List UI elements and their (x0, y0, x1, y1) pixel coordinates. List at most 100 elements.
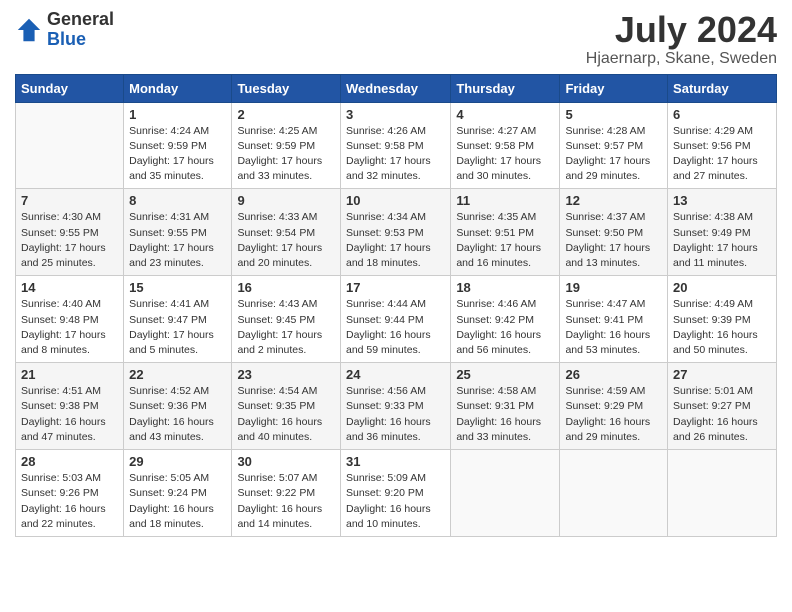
calendar-cell: 29 Sunrise: 5:05 AMSunset: 9:24 PMDayligh… (124, 450, 232, 537)
calendar-cell: 7 Sunrise: 4:30 AMSunset: 9:55 PMDaylight… (16, 189, 124, 276)
calendar-week-row: 7 Sunrise: 4:30 AMSunset: 9:55 PMDaylight… (16, 189, 777, 276)
day-info: Sunrise: 4:58 AMSunset: 9:31 PMDaylight:… (456, 384, 554, 445)
column-header-friday: Friday (560, 74, 668, 102)
day-info: Sunrise: 4:30 AMSunset: 9:55 PMDaylight:… (21, 210, 118, 271)
day-info: Sunrise: 5:01 AMSunset: 9:27 PMDaylight:… (673, 384, 771, 445)
day-number: 20 (673, 280, 771, 295)
day-number: 22 (129, 367, 226, 382)
calendar-header-row: SundayMondayTuesdayWednesdayThursdayFrid… (16, 74, 777, 102)
day-number: 25 (456, 367, 554, 382)
day-number: 11 (456, 193, 554, 208)
day-info: Sunrise: 4:41 AMSunset: 9:47 PMDaylight:… (129, 297, 226, 358)
day-info: Sunrise: 5:03 AMSunset: 9:26 PMDaylight:… (21, 471, 118, 532)
calendar-cell: 6 Sunrise: 4:29 AMSunset: 9:56 PMDaylight… (668, 102, 777, 189)
day-number: 31 (346, 454, 445, 469)
calendar-cell: 10 Sunrise: 4:34 AMSunset: 9:53 PMDayligh… (340, 189, 450, 276)
day-number: 15 (129, 280, 226, 295)
day-number: 24 (346, 367, 445, 382)
column-header-tuesday: Tuesday (232, 74, 341, 102)
column-header-wednesday: Wednesday (340, 74, 450, 102)
day-number: 9 (237, 193, 335, 208)
day-info: Sunrise: 4:40 AMSunset: 9:48 PMDaylight:… (21, 297, 118, 358)
day-number: 13 (673, 193, 771, 208)
calendar-cell: 21 Sunrise: 4:51 AMSunset: 9:38 PMDayligh… (16, 363, 124, 450)
day-number: 3 (346, 107, 445, 122)
day-info: Sunrise: 4:35 AMSunset: 9:51 PMDaylight:… (456, 210, 554, 271)
day-number: 29 (129, 454, 226, 469)
calendar-cell: 18Sunrise: 4:46 AMSunset: 9:42 PMDayligh… (451, 276, 560, 363)
calendar-cell (560, 450, 668, 537)
calendar-cell (16, 102, 124, 189)
day-info: Sunrise: 4:34 AMSunset: 9:53 PMDaylight:… (346, 210, 445, 271)
day-info: Sunrise: 5:09 AMSunset: 9:20 PMDaylight:… (346, 471, 445, 532)
day-info: Sunrise: 4:24 AMSunset: 9:59 PMDaylight:… (129, 124, 226, 185)
calendar-cell: 12Sunrise: 4:37 AMSunset: 9:50 PMDayligh… (560, 189, 668, 276)
day-number: 10 (346, 193, 445, 208)
day-info: Sunrise: 4:43 AMSunset: 9:45 PMDaylight:… (237, 297, 335, 358)
calendar-cell: 4Sunrise: 4:27 AMSunset: 9:58 PMDaylight… (451, 102, 560, 189)
day-number: 30 (237, 454, 335, 469)
month-title: July 2024 (586, 10, 777, 50)
day-info: Sunrise: 4:54 AMSunset: 9:35 PMDaylight:… (237, 384, 335, 445)
calendar-cell: 19Sunrise: 4:47 AMSunset: 9:41 PMDayligh… (560, 276, 668, 363)
calendar-cell: 9 Sunrise: 4:33 AMSunset: 9:54 PMDaylight… (232, 189, 341, 276)
day-info: Sunrise: 4:47 AMSunset: 9:41 PMDaylight:… (565, 297, 662, 358)
day-info: Sunrise: 4:28 AMSunset: 9:57 PMDaylight:… (565, 124, 662, 185)
day-number: 27 (673, 367, 771, 382)
day-number: 17 (346, 280, 445, 295)
day-info: Sunrise: 4:31 AMSunset: 9:55 PMDaylight:… (129, 210, 226, 271)
calendar-cell: 26 Sunrise: 4:59 AMSunset: 9:29 PMDayligh… (560, 363, 668, 450)
day-number: 28 (21, 454, 118, 469)
calendar-cell: 8 Sunrise: 4:31 AMSunset: 9:55 PMDaylight… (124, 189, 232, 276)
calendar-cell: 17 Sunrise: 4:44 AMSunset: 9:44 PMDayligh… (340, 276, 450, 363)
calendar-table: SundayMondayTuesdayWednesdayThursdayFrid… (15, 74, 777, 537)
calendar-cell: 20 Sunrise: 4:49 AMSunset: 9:39 PMDayligh… (668, 276, 777, 363)
logo-text-general: General (47, 9, 114, 29)
title-block: July 2024 Hjaernarp, Skane, Sweden (586, 10, 777, 68)
calendar-cell (668, 450, 777, 537)
calendar-week-row: 1 Sunrise: 4:24 AMSunset: 9:59 PMDaylight… (16, 102, 777, 189)
logo: General Blue (15, 10, 114, 50)
day-number: 18 (456, 280, 554, 295)
logo-icon (15, 16, 43, 44)
calendar-cell: 27 Sunrise: 5:01 AMSunset: 9:27 PMDayligh… (668, 363, 777, 450)
day-info: Sunrise: 4:29 AMSunset: 9:56 PMDaylight:… (673, 124, 771, 185)
day-number: 14 (21, 280, 118, 295)
day-number: 12 (565, 193, 662, 208)
day-info: Sunrise: 5:05 AMSunset: 9:24 PMDaylight:… (129, 471, 226, 532)
day-info: Sunrise: 4:38 AMSunset: 9:49 PMDaylight:… (673, 210, 771, 271)
calendar-cell: 14 Sunrise: 4:40 AMSunset: 9:48 PMDayligh… (16, 276, 124, 363)
calendar-cell: 13 Sunrise: 4:38 AMSunset: 9:49 PMDayligh… (668, 189, 777, 276)
calendar-cell: 11 Sunrise: 4:35 AMSunset: 9:51 PMDayligh… (451, 189, 560, 276)
calendar-week-row: 14 Sunrise: 4:40 AMSunset: 9:48 PMDayligh… (16, 276, 777, 363)
day-number: 2 (237, 107, 335, 122)
calendar-week-row: 28 Sunrise: 5:03 AMSunset: 9:26 PMDayligh… (16, 450, 777, 537)
day-number: 23 (237, 367, 335, 382)
day-number: 5 (565, 107, 662, 122)
day-info: Sunrise: 4:51 AMSunset: 9:38 PMDaylight:… (21, 384, 118, 445)
calendar-cell: 25 Sunrise: 4:58 AMSunset: 9:31 PMDayligh… (451, 363, 560, 450)
calendar-cell: 28 Sunrise: 5:03 AMSunset: 9:26 PMDayligh… (16, 450, 124, 537)
column-header-sunday: Sunday (16, 74, 124, 102)
day-info: Sunrise: 4:59 AMSunset: 9:29 PMDaylight:… (565, 384, 662, 445)
day-info: Sunrise: 4:52 AMSunset: 9:36 PMDaylight:… (129, 384, 226, 445)
day-number: 8 (129, 193, 226, 208)
calendar-cell: 31 Sunrise: 5:09 AMSunset: 9:20 PMDayligh… (340, 450, 450, 537)
day-info: Sunrise: 4:44 AMSunset: 9:44 PMDaylight:… (346, 297, 445, 358)
day-info: Sunrise: 4:33 AMSunset: 9:54 PMDaylight:… (237, 210, 335, 271)
calendar-cell: 5 Sunrise: 4:28 AMSunset: 9:57 PMDaylight… (560, 102, 668, 189)
column-header-thursday: Thursday (451, 74, 560, 102)
day-number: 21 (21, 367, 118, 382)
day-info: Sunrise: 5:07 AMSunset: 9:22 PMDaylight:… (237, 471, 335, 532)
day-number: 26 (565, 367, 662, 382)
calendar-cell: 24 Sunrise: 4:56 AMSunset: 9:33 PMDayligh… (340, 363, 450, 450)
calendar-cell: 22 Sunrise: 4:52 AMSunset: 9:36 PMDayligh… (124, 363, 232, 450)
day-number: 7 (21, 193, 118, 208)
day-number: 6 (673, 107, 771, 122)
day-info: Sunrise: 4:56 AMSunset: 9:33 PMDaylight:… (346, 384, 445, 445)
column-header-saturday: Saturday (668, 74, 777, 102)
day-number: 1 (129, 107, 226, 122)
calendar-cell (451, 450, 560, 537)
day-info: Sunrise: 4:49 AMSunset: 9:39 PMDaylight:… (673, 297, 771, 358)
location-subtitle: Hjaernarp, Skane, Sweden (586, 50, 777, 68)
